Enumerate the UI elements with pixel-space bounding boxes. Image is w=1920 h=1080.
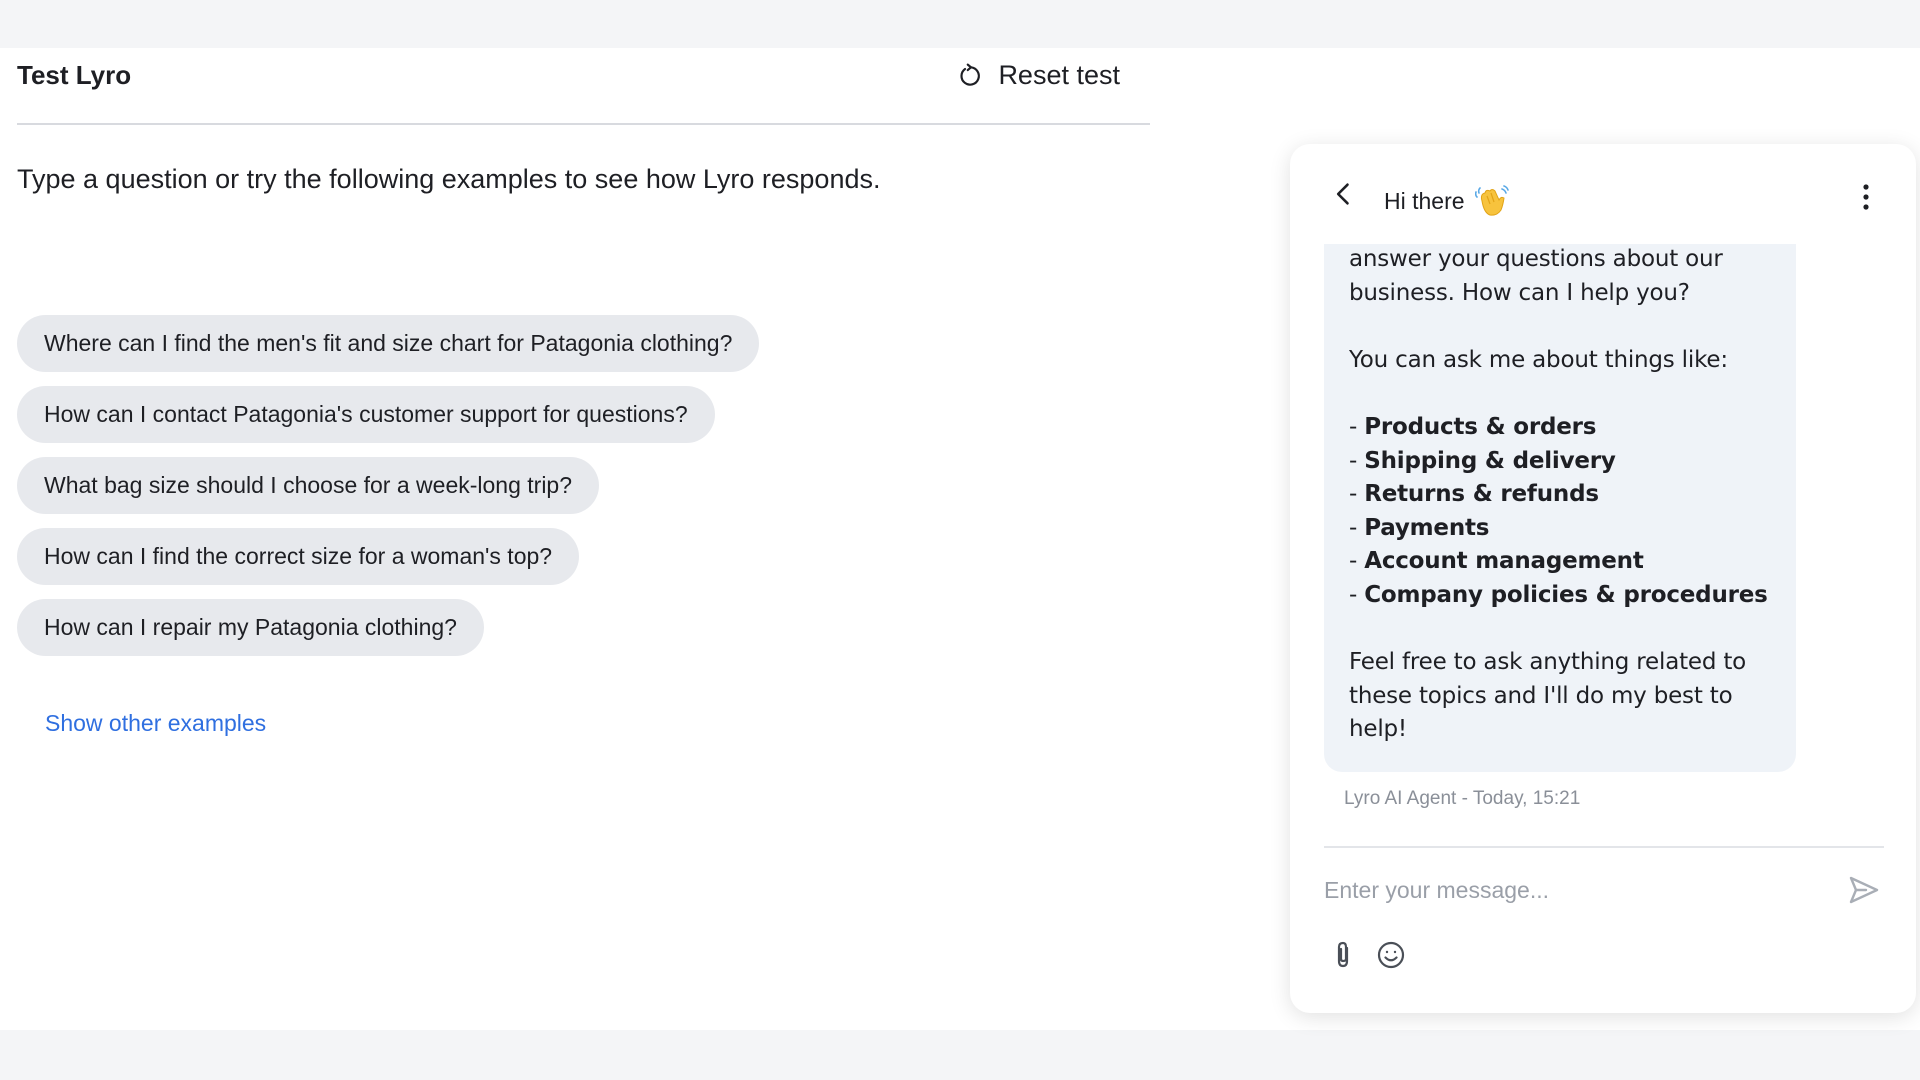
topic-label: Shipping & delivery	[1364, 447, 1616, 474]
test-panel: Test Lyro Reset test Type a question or …	[0, 48, 1166, 1030]
topic-label: Returns & refunds	[1364, 481, 1599, 508]
topic-item: - Shipping & delivery	[1349, 445, 1779, 479]
message-line: these topics and I'll do my best to	[1349, 682, 1733, 709]
topic-label: Account management	[1364, 548, 1644, 575]
bullet-prefix: -	[1349, 581, 1365, 608]
refresh-icon	[960, 63, 981, 86]
chat-header: Hi there	[1290, 144, 1916, 244]
example-question-2[interactable]: How can I contact Patagonia's customer s…	[17, 386, 715, 443]
bullet-prefix: -	[1349, 413, 1365, 440]
example-question-3[interactable]: What bag size should I choose for a week…	[17, 457, 600, 514]
bullet-prefix: -	[1349, 447, 1365, 474]
message-line: answer your questions about our	[1349, 246, 1723, 272]
chat-divider	[1324, 846, 1884, 848]
intro-text: Type a question or try the following exa…	[17, 164, 881, 194]
bullet-prefix: -	[1349, 514, 1365, 541]
page-bottom-strip	[0, 1030, 1920, 1080]
topic-label: Products & orders	[1364, 413, 1597, 440]
example-question-1[interactable]: Where can I find the men's fit and size …	[17, 315, 760, 372]
topic-item: - Payments	[1349, 512, 1779, 546]
message-line: help!	[1349, 716, 1407, 743]
send-icon[interactable]	[1848, 874, 1880, 906]
example-questions: Where can I find the men's fit and size …	[17, 315, 760, 656]
message-line: Feel free to ask anything related to	[1349, 649, 1747, 676]
page-top-strip	[0, 0, 1920, 48]
panel-header: Test Lyro Reset test	[17, 48, 1150, 125]
topic-label: Payments	[1364, 514, 1490, 541]
reset-test-button[interactable]: Reset test	[958, 60, 1120, 91]
reset-test-label: Reset test	[998, 60, 1120, 90]
message-input[interactable]	[1324, 870, 1804, 910]
topic-item: - Returns & refunds	[1349, 478, 1779, 512]
paperclip-icon[interactable]	[1330, 940, 1358, 970]
agent-message-bubble: answer your questions about our business…	[1324, 244, 1796, 772]
topic-label: Company policies & procedures	[1364, 581, 1768, 608]
example-question-4[interactable]: How can I find the correct size for a wo…	[17, 528, 580, 585]
message-line: business. How can I help you?	[1349, 279, 1690, 306]
message-meta: Lyro AI Agent - Today, 15:21	[1344, 788, 1581, 809]
waving-hand-icon	[1474, 185, 1509, 216]
example-question-5[interactable]: How can I repair my Patagonia clothing?	[17, 599, 484, 656]
smiley-icon[interactable]	[1376, 940, 1406, 970]
message-line: You can ask me about things like:	[1349, 346, 1728, 373]
show-other-examples-link[interactable]: Show other examples	[45, 710, 266, 737]
topic-item: - Products & orders	[1349, 411, 1779, 445]
agent-message-text: answer your questions about our business…	[1349, 244, 1779, 747]
chevron-left-icon[interactable]	[1330, 180, 1358, 208]
bullet-prefix: -	[1349, 481, 1365, 508]
bullet-prefix: -	[1349, 548, 1365, 575]
topic-item: - Company policies & procedures	[1349, 579, 1779, 613]
topic-item: - Account management	[1349, 545, 1779, 579]
chat-widget: Hi there answer your questions about our…	[1290, 144, 1916, 1013]
chat-title-text: Hi there	[1384, 187, 1465, 214]
page-title: Test Lyro	[17, 60, 132, 90]
chat-title: Hi there	[1384, 184, 1509, 218]
kebab-menu-icon[interactable]	[1860, 182, 1872, 212]
